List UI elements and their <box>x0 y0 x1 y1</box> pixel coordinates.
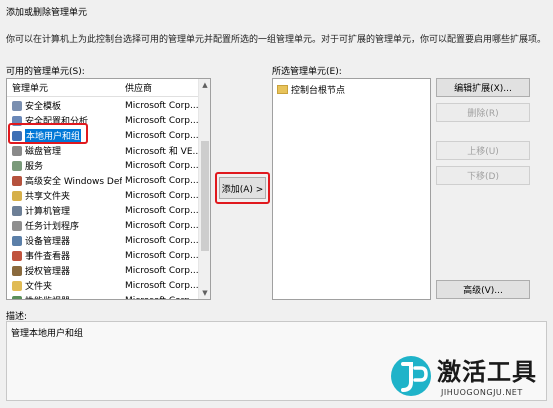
snapin-vendor: Microsoft Corp... <box>122 296 199 300</box>
snapin-vendor: Microsoft Corp... <box>125 265 199 276</box>
snapin-name-cell: 授权管理器 <box>7 264 122 277</box>
scroll-up-icon[interactable]: ▲ <box>200 80 210 90</box>
remove-button[interactable]: 删除(R) <box>436 103 530 122</box>
available-snapins-label: 可用的管理单元(S): <box>6 67 85 77</box>
move-up-button[interactable]: 上移(U) <box>436 141 530 160</box>
table-row[interactable]: 性能监视器 Microsoft Corp... <box>7 293 199 300</box>
snapin-name: 共享文件夹 <box>25 192 71 202</box>
folder-icon <box>12 280 22 291</box>
edit-extensions-button[interactable]: 编辑扩展(X)... <box>436 78 530 97</box>
snapin-vendor: Microsoft Corp... <box>125 205 199 216</box>
watermark-url: JIHUOGONGJU.NET <box>441 388 523 397</box>
snapin-name: 任务计划程序 <box>25 222 80 232</box>
snapin-name: 安全模板 <box>25 102 62 112</box>
table-row[interactable]: 文件夹 Microsoft Corp... <box>7 278 199 293</box>
computer-management-icon <box>12 205 22 216</box>
device-manager-icon <box>12 235 22 246</box>
list-item[interactable]: 控制台根节点 <box>277 83 345 96</box>
snapin-vendor: Microsoft Corp... <box>125 220 199 231</box>
snapin-vendor: Microsoft Corp... <box>125 115 199 126</box>
snapin-vendor: Microsoft Corp... <box>125 280 199 291</box>
snapin-name-cell: 共享文件夹 <box>7 189 122 202</box>
available-snapins-list[interactable]: 管理单元 供应商 安全模板 Microsoft Corp... 安全配置和分析 Mic… <box>6 78 211 300</box>
snapin-name-cell: 高级安全 Windows Def... <box>7 174 122 187</box>
column-header-snapin[interactable]: 管理单元 <box>7 81 122 94</box>
snapin-vendor: Microsoft Corp... <box>125 250 199 261</box>
highlight-box-selected-row <box>8 123 88 144</box>
snapin-vendor: Microsoft Corp... <box>125 160 199 171</box>
scroll-down-icon[interactable]: ▼ <box>200 288 210 298</box>
selected-snapins-list[interactable]: 控制台根节点 <box>272 78 431 300</box>
selected-snapins-label: 所选管理单元(E): <box>272 67 342 77</box>
snapin-vendor: Microsoft Corp... <box>125 235 199 246</box>
snapin-vendor: Microsoft Corp... <box>125 190 199 201</box>
description-text: 管理本地用户和组 <box>11 329 84 339</box>
table-row[interactable]: 安全模板 Microsoft Corp... <box>7 98 199 113</box>
table-row[interactable]: 共享文件夹 Microsoft Corp... <box>7 188 199 203</box>
services-icon <box>12 160 22 171</box>
watermark: 激活工具 JIHUOGONGJU.NET <box>389 346 549 406</box>
disk-icon <box>12 145 22 156</box>
advanced-button[interactable]: 高级(V)... <box>436 280 530 299</box>
snapin-name-cell: 磁盘管理 <box>7 144 122 157</box>
scroll-thumb[interactable] <box>201 141 209 251</box>
snapin-name: 性能监视器 <box>25 294 70 299</box>
task-scheduler-icon <box>12 220 22 231</box>
snapin-name: 授权管理器 <box>25 267 71 277</box>
snapin-name: 文件夹 <box>25 282 53 292</box>
add-button[interactable]: 添加(A) > <box>219 177 266 199</box>
security-template-icon <box>12 100 22 111</box>
authorization-manager-icon <box>12 265 22 276</box>
snapin-name-cell: 文件夹 <box>7 279 122 292</box>
table-row[interactable]: 计算机管理 Microsoft Corp... <box>7 203 199 218</box>
list-header: 管理单元 供应商 <box>7 79 199 97</box>
watermark-brand: 激活工具 <box>437 358 537 386</box>
selected-item-label: 控制台根节点 <box>291 86 346 96</box>
table-row[interactable]: 磁盘管理 Microsoft 和 VE... <box>7 143 199 158</box>
snapin-name-cell: 设备管理器 <box>7 234 122 247</box>
snapin-name: 高级安全 Windows Def... <box>25 177 122 187</box>
table-row[interactable]: 服务 Microsoft Corp... <box>7 158 199 173</box>
event-viewer-icon <box>12 250 22 261</box>
snapin-name: 事件查看器 <box>25 252 71 262</box>
list-scrollbar[interactable]: ▲ ▼ <box>198 79 210 299</box>
snapin-name: 磁盘管理 <box>25 147 62 157</box>
shared-folder-icon <box>12 190 22 201</box>
table-row[interactable]: 授权管理器 Microsoft Corp... <box>7 263 199 278</box>
dialog-intro: 你可以在计算机上为此控制台选择可用的管理单元并配置所选的一组管理单元。对于可扩展… <box>6 35 547 45</box>
snapin-name-cell: 计算机管理 <box>7 204 122 217</box>
snapin-name-cell: 任务计划程序 <box>7 219 122 232</box>
table-row[interactable]: 高级安全 Windows Def... Microsoft Corp... <box>7 173 199 188</box>
snapin-vendor: Microsoft Corp... <box>125 100 199 111</box>
folder-icon <box>277 85 288 94</box>
snapin-name-cell: 性能监视器 <box>7 294 122 299</box>
column-header-vendor[interactable]: 供应商 <box>122 81 199 94</box>
performance-monitor-icon <box>12 295 22 299</box>
snapin-name: 计算机管理 <box>25 207 71 217</box>
dialog-title: 添加或删除管理单元 <box>6 8 88 18</box>
snapin-vendor: Microsoft Corp... <box>125 175 199 186</box>
move-down-button[interactable]: 下移(D) <box>436 166 530 185</box>
snapin-name: 服务 <box>25 162 44 172</box>
snapin-vendor: Microsoft 和 VE... <box>125 147 199 157</box>
table-row[interactable]: 事件查看器 Microsoft Corp... <box>7 248 199 263</box>
table-row[interactable]: 任务计划程序 Microsoft Corp... <box>7 218 199 233</box>
table-row[interactable]: 设备管理器 Microsoft Corp... <box>7 233 199 248</box>
snapin-name-cell: 服务 <box>7 159 122 172</box>
firewall-icon <box>12 175 22 186</box>
snapin-name-cell: 安全模板 <box>7 99 122 112</box>
snapin-vendor: Microsoft Corp... <box>125 130 199 141</box>
snapin-name: 设备管理器 <box>25 237 71 247</box>
snapin-name-cell: 事件查看器 <box>7 249 122 262</box>
